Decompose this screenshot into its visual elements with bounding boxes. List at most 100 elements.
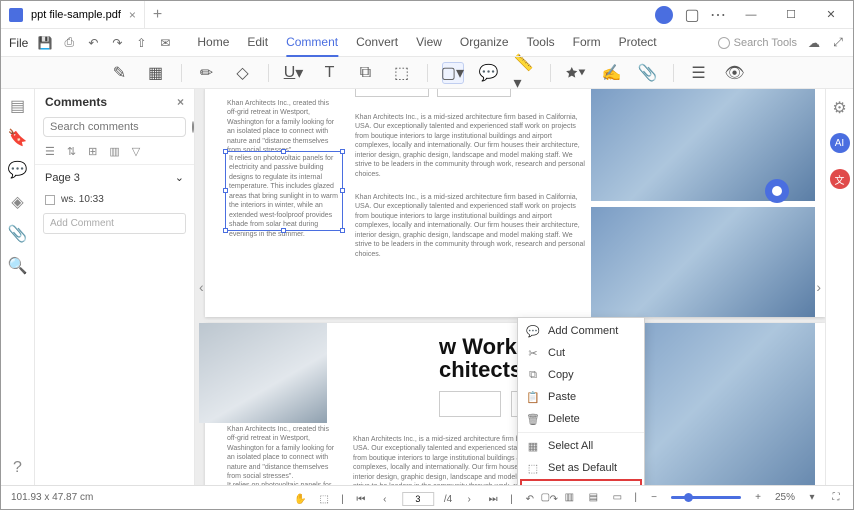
ctx-properties[interactable]: ⚙Properties xyxy=(520,479,642,485)
search-comments-input[interactable] xyxy=(50,121,192,133)
document-tab[interactable]: ppt file-sample.pdf × xyxy=(1,1,145,28)
ctx-select-all[interactable]: ▦Select All xyxy=(518,435,644,457)
window-icon[interactable]: ▢ xyxy=(685,8,699,22)
last-page-icon[interactable]: ⏭ xyxy=(486,492,500,506)
pencil-tool[interactable]: ✏ xyxy=(196,62,218,84)
menu-edit[interactable]: Edit xyxy=(247,29,268,57)
add-comment-field[interactable]: Add Comment xyxy=(43,213,186,234)
resize-handle[interactable] xyxy=(340,149,345,154)
layout-2-icon[interactable]: ▥ xyxy=(562,491,576,505)
undo-icon[interactable]: ↶ xyxy=(86,36,100,50)
filter-icon-3[interactable]: ▥ xyxy=(109,145,119,158)
filter-icon-2[interactable]: ⊞ xyxy=(88,145,97,158)
menu-convert[interactable]: Convert xyxy=(356,29,398,57)
translate-icon[interactable]: 文 xyxy=(830,169,850,189)
resize-handle[interactable] xyxy=(223,149,228,154)
first-page-icon[interactable]: ⏮ xyxy=(354,492,368,506)
page-number-input[interactable] xyxy=(402,492,434,506)
cloud-icon[interactable]: ☁ xyxy=(807,36,821,50)
note-tool[interactable]: ▦ xyxy=(145,62,167,84)
ai-icon[interactable]: AI xyxy=(830,133,850,153)
hand-tool-icon[interactable]: ✋ xyxy=(293,492,307,506)
settings-icon[interactable]: ⚙ xyxy=(831,99,849,117)
bookmark-icon[interactable]: 🔖 xyxy=(9,129,27,147)
redo-icon[interactable]: ↷ xyxy=(110,36,124,50)
resize-handle[interactable] xyxy=(340,188,345,193)
comments-icon[interactable]: 💬 xyxy=(9,161,27,179)
shape-tool[interactable]: ▢▾ xyxy=(442,62,464,84)
attach-tool[interactable]: 📎 xyxy=(637,62,659,84)
comment-checkbox[interactable] xyxy=(45,195,55,205)
filter-icon-1[interactable]: ⇅ xyxy=(67,145,76,158)
resize-handle[interactable] xyxy=(223,188,228,193)
filter-sort-icon[interactable]: ☰ xyxy=(45,145,55,158)
zoom-dropdown-icon[interactable]: ▾ xyxy=(805,491,819,505)
list-tool[interactable]: ☰ xyxy=(688,62,710,84)
fullscreen-icon[interactable]: ⛶ xyxy=(829,491,843,505)
user-avatar[interactable] xyxy=(655,6,673,24)
prev-page-icon[interactable]: ‹ xyxy=(378,492,392,506)
pdf-page-3[interactable]: Khan Architects Inc., created this off-g… xyxy=(205,89,825,317)
stamp-tool[interactable]: 🟊▾ xyxy=(565,62,587,84)
page-section-header[interactable]: Page 3 ⌄ xyxy=(35,165,194,190)
measure-tool[interactable]: 📏▾ xyxy=(514,62,536,84)
panel-close-icon[interactable]: × xyxy=(177,95,184,109)
comment-bubble-tool[interactable]: 💬 xyxy=(478,62,500,84)
read-mode-icon[interactable]: ▭ xyxy=(610,491,624,505)
ctx-set-default[interactable]: ⬚Set as Default xyxy=(518,457,644,479)
zoom-in-icon[interactable]: + xyxy=(751,491,765,505)
ctx-copy[interactable]: ⧉Copy xyxy=(518,364,644,386)
ctx-delete[interactable]: 🗑Delete xyxy=(518,408,644,430)
layers-icon[interactable]: ◈ xyxy=(9,193,27,211)
search-icon[interactable] xyxy=(192,121,194,133)
hide-tool[interactable]: 👁 xyxy=(724,62,746,84)
menu-protect[interactable]: Protect xyxy=(619,29,657,57)
print-icon[interactable]: ⎙ xyxy=(62,36,76,50)
help-icon[interactable]: ? xyxy=(9,459,27,477)
rotate-left-icon[interactable]: ↶ xyxy=(523,492,537,506)
rotate-right-icon[interactable]: ↷ xyxy=(547,492,561,506)
minimize-button[interactable]: — xyxy=(737,4,765,26)
save-icon[interactable]: 💾 xyxy=(38,36,52,50)
maximize-button[interactable]: ☐ xyxy=(777,4,805,26)
filter-icon-4[interactable]: ▽ xyxy=(132,145,140,158)
prev-page-arrow[interactable]: ‹ xyxy=(199,279,204,295)
next-page-icon[interactable]: › xyxy=(462,492,476,506)
highlight-tool[interactable]: ✎ xyxy=(109,62,131,84)
menu-view[interactable]: View xyxy=(416,29,442,57)
eraser-tool[interactable]: ◇ xyxy=(232,62,254,84)
pdf-page-4[interactable]: w Work Of chitects Inc. Location Washing… xyxy=(205,323,825,485)
text-tool[interactable]: T xyxy=(319,62,341,84)
attachments-rail-icon[interactable]: 📎 xyxy=(9,225,27,243)
close-window-button[interactable]: ✕ xyxy=(817,4,845,26)
textbox-tool[interactable]: ⧉ xyxy=(355,62,377,84)
resize-handle[interactable] xyxy=(223,228,228,233)
close-tab-icon[interactable]: × xyxy=(129,8,136,22)
resize-handle[interactable] xyxy=(281,228,286,233)
mail-icon[interactable]: ✉ xyxy=(158,36,172,50)
search-tools[interactable]: Search Tools xyxy=(718,37,797,49)
callout-tool[interactable]: ⬚ xyxy=(391,62,413,84)
selected-annotation[interactable]: It relies on photovoltaic panels for ele… xyxy=(225,151,343,231)
menu-comment[interactable]: Comment xyxy=(286,29,338,57)
underline-tool[interactable]: U▾ xyxy=(283,62,305,84)
share-icon[interactable]: ⇧ xyxy=(134,36,148,50)
ctx-cut[interactable]: ✂Cut xyxy=(518,342,644,364)
more-icon[interactable]: ⋯ xyxy=(711,8,725,22)
zoom-slider[interactable] xyxy=(671,496,741,499)
comment-item[interactable]: ws. 10:33 xyxy=(35,190,194,209)
expand-icon[interactable]: ⤢ xyxy=(831,36,845,50)
layout-3-icon[interactable]: ▤ xyxy=(586,491,600,505)
search-rail-icon[interactable]: 🔍 xyxy=(9,257,27,275)
menu-home[interactable]: Home xyxy=(197,29,229,57)
select-tool-icon[interactable]: ⬚ xyxy=(317,492,331,506)
menu-form[interactable]: Form xyxy=(573,29,601,57)
menu-organize[interactable]: Organize xyxy=(460,29,509,57)
ctx-add-comment[interactable]: 💬Add Comment xyxy=(518,320,644,342)
thumbnails-icon[interactable]: ▤ xyxy=(9,97,27,115)
search-comments[interactable] xyxy=(43,117,186,137)
next-page-arrow[interactable]: › xyxy=(816,279,821,295)
new-tab-button[interactable]: + xyxy=(145,6,170,24)
ai-assist-bubble[interactable] xyxy=(765,179,789,203)
file-menu[interactable]: File xyxy=(9,36,28,50)
